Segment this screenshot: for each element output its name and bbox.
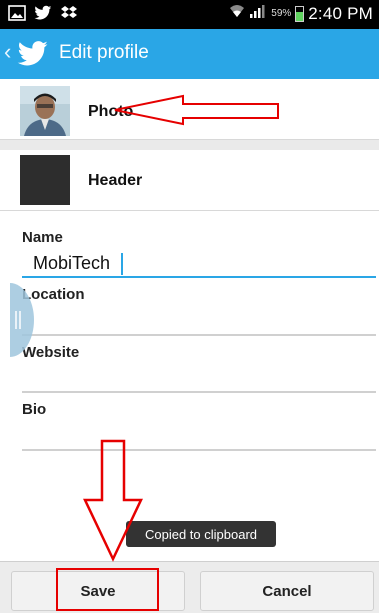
toast-message: Copied to clipboard (126, 521, 276, 547)
back-chevron-icon[interactable]: ‹ (4, 41, 11, 63)
save-button[interactable]: Save (11, 571, 185, 611)
dropbox-icon (60, 4, 78, 22)
header-image-thumbnail (20, 155, 70, 205)
name-label: Name (22, 229, 63, 246)
bio-label: Bio (22, 401, 47, 418)
image-icon (8, 4, 26, 22)
header-row[interactable]: Header (0, 150, 379, 211)
page-title: Edit profile (59, 42, 149, 63)
cancel-button[interactable]: Cancel (200, 571, 374, 611)
name-input-underline (22, 276, 376, 278)
bottom-action-bar: Save Cancel (0, 561, 379, 613)
clock: 2:40 PM (308, 3, 373, 23)
wifi-icon (229, 3, 245, 24)
notification-icons (8, 4, 78, 22)
name-input[interactable]: MobiTech (33, 253, 110, 274)
twitter-icon (34, 4, 52, 22)
location-input[interactable] (22, 334, 376, 336)
website-input[interactable] (22, 391, 376, 393)
photo-row[interactable]: Photo (0, 79, 379, 140)
action-bar: ‹ Edit profile (0, 29, 379, 79)
status-bar: 59% 2:40 PM (0, 0, 379, 29)
battery-percent: 59% (271, 8, 292, 19)
bio-input[interactable] (22, 449, 376, 451)
header-label: Header (88, 172, 143, 189)
battery-icon (295, 5, 305, 22)
text-cursor (121, 253, 123, 275)
section-divider (0, 140, 379, 150)
side-drawer-handle[interactable] (10, 283, 34, 357)
twitter-bird-icon[interactable] (17, 40, 49, 68)
signal-icon (249, 3, 267, 24)
system-status: 59% 2:40 PM (229, 3, 373, 24)
photo-label: Photo (88, 103, 134, 120)
profile-photo-avatar (20, 86, 70, 136)
